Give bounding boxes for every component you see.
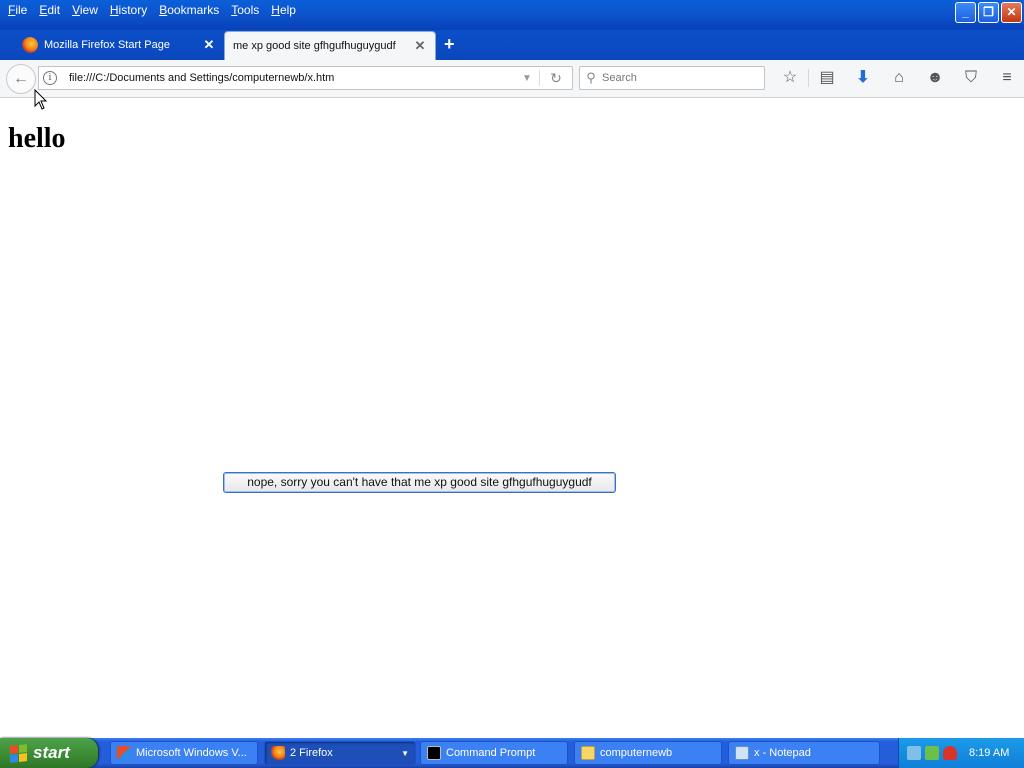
home-icon[interactable]: ⌂	[881, 66, 917, 90]
menu-history[interactable]: History	[104, 3, 153, 18]
tab-label: me xp good site gfhgufhuguygudf	[233, 40, 396, 52]
window-titlebar: File Edit View History Bookmarks Tools H…	[0, 0, 1024, 30]
folder-icon	[581, 746, 595, 760]
bookmarks-menu-icon[interactable]: ▤	[809, 66, 845, 90]
menu-bar: File Edit View History Bookmarks Tools H…	[2, 3, 302, 18]
reload-icon[interactable]: ↻	[540, 70, 572, 87]
menu-file[interactable]: File	[2, 3, 33, 18]
search-bar[interactable]: ⚲	[579, 66, 765, 90]
pocket-icon[interactable]: ⛉	[953, 66, 989, 90]
safely-remove-icon[interactable]	[925, 746, 939, 760]
history-dropdown-icon[interactable]: ▼	[515, 73, 539, 84]
taskbar-item-folder[interactable]: computernewb	[574, 741, 722, 765]
notepad-icon	[735, 746, 749, 760]
task-label: 2 Firefox	[290, 747, 333, 759]
close-tab-icon[interactable]: ✕	[413, 38, 427, 54]
minimize-button[interactable]: _	[955, 2, 976, 23]
task-label: computernewb	[600, 747, 673, 759]
close-tab-icon[interactable]: ✕	[202, 37, 216, 53]
site-info-icon[interactable]: i	[43, 71, 57, 85]
firefox-icon	[271, 746, 285, 760]
system-tray: 8:19 AM	[898, 738, 1024, 768]
toolbar-icons: ☆ ▤ ⬇ ⌂ ☻ ⛉ ≡	[772, 66, 1024, 90]
command-prompt-icon	[427, 746, 441, 760]
taskbar-item-firefox[interactable]: 2 Firefox ▼	[264, 741, 416, 765]
close-window-button[interactable]: ✕	[1001, 2, 1022, 23]
start-button[interactable]: start	[0, 738, 98, 768]
url-text[interactable]: file:///C:/Documents and Settings/comput…	[69, 72, 515, 84]
taskbar-item-windows-update[interactable]: Microsoft Windows V...	[110, 741, 258, 765]
menu-bookmarks[interactable]: Bookmarks	[153, 3, 225, 18]
search-input[interactable]	[602, 72, 752, 84]
network-icon[interactable]	[907, 746, 921, 760]
tab-label: Mozilla Firefox Start Page	[44, 38, 170, 51]
new-tab-button[interactable]: +	[444, 34, 455, 55]
tab-start-page[interactable]: Mozilla Firefox Start Page ✕	[14, 30, 224, 59]
window-controls: _ ❐ ✕	[955, 2, 1022, 23]
back-arrow-icon: ←	[13, 70, 29, 87]
task-label: Command Prompt	[446, 747, 536, 759]
search-icon: ⚲	[586, 70, 596, 85]
menu-help[interactable]: Help	[265, 3, 302, 18]
page-heading: hello	[8, 123, 66, 154]
security-shield-icon[interactable]	[943, 746, 957, 760]
bookmark-star-icon[interactable]: ☆	[772, 66, 808, 90]
windows-update-icon	[117, 746, 131, 760]
tab-strip: Mozilla Firefox Start Page ✕ me xp good …	[0, 30, 1024, 60]
windows-logo-icon	[10, 743, 27, 763]
back-button[interactable]: ←	[6, 64, 36, 94]
menu-edit[interactable]: Edit	[33, 3, 66, 18]
menu-tools[interactable]: Tools	[225, 3, 265, 18]
mouse-cursor-icon	[34, 89, 48, 110]
taskbar-item-command-prompt[interactable]: Command Prompt	[420, 741, 568, 765]
alert-dialog-button[interactable]: nope, sorry you can't have that me xp go…	[223, 472, 616, 493]
url-bar[interactable]: i file:///C:/Documents and Settings/comp…	[38, 66, 573, 90]
menu-view[interactable]: View	[66, 3, 104, 18]
hello-chat-icon[interactable]: ☻	[917, 66, 953, 90]
tab-current-page[interactable]: me xp good site gfhgufhuguygudf ✕	[224, 31, 436, 60]
task-label: x - Notepad	[754, 747, 811, 759]
firefox-icon	[22, 36, 38, 53]
group-dropdown-icon: ▼	[401, 748, 409, 758]
taskbar: start Microsoft Windows V... 2 Firefox ▼…	[0, 738, 1024, 768]
start-label: start	[33, 743, 70, 762]
download-icon[interactable]: ⬇	[845, 66, 881, 90]
taskbar-item-notepad[interactable]: x - Notepad	[728, 741, 880, 765]
restore-button[interactable]: ❐	[978, 2, 999, 23]
navigation-toolbar: ← i file:///C:/Documents and Settings/co…	[0, 60, 1024, 98]
hamburger-menu-icon[interactable]: ≡	[989, 66, 1024, 90]
page-content: hello nope, sorry you can't have that me…	[0, 99, 1024, 738]
clock: 8:19 AM	[969, 747, 1010, 759]
task-label: Microsoft Windows V...	[136, 747, 247, 759]
